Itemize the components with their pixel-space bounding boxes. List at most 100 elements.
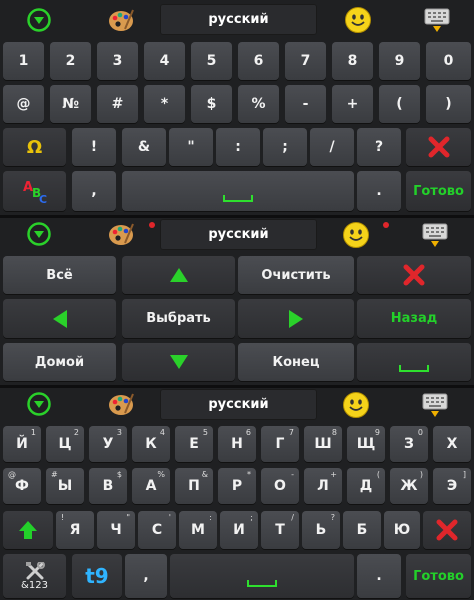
clear-button[interactable]: Очистить [238, 256, 354, 294]
palette-icon[interactable] [106, 6, 136, 34]
smiley-icon[interactable] [341, 220, 371, 250]
key-semicolon[interactable]: ; [263, 128, 307, 166]
language-selector[interactable]: русский [160, 4, 317, 35]
key-5[interactable]: 5 [191, 42, 232, 80]
key-6[interactable]: 6 [238, 42, 279, 80]
cursor-right-button[interactable] [238, 299, 354, 338]
key-paren-open[interactable]: ( [379, 85, 420, 123]
key-space[interactable] [170, 554, 354, 598]
key-letter[interactable]: 5Е [175, 426, 213, 462]
collapse-down-icon[interactable] [26, 221, 52, 247]
key-letter[interactable]: 8Ш [304, 426, 342, 462]
key-1[interactable]: 1 [3, 42, 44, 80]
cursor-left-button[interactable] [3, 299, 116, 338]
key-letter[interactable]: 7Г [261, 426, 299, 462]
key-delete[interactable] [406, 128, 471, 166]
key-letter[interactable]: $ В [89, 468, 127, 504]
key-hash[interactable]: # [97, 85, 138, 123]
key-letter[interactable]: -О [261, 468, 299, 504]
key-letter[interactable]: 9Щ [347, 426, 385, 462]
key-ampersand[interactable]: & [122, 128, 166, 166]
key-colon[interactable]: : [216, 128, 260, 166]
key-letter[interactable]: # Ы [46, 468, 84, 504]
back-button[interactable]: Назад [357, 299, 471, 338]
key-letter[interactable]: @ Ф [3, 468, 41, 504]
smiley-icon[interactable] [341, 390, 371, 420]
key-letter[interactable]: " Ч [97, 511, 135, 549]
key-letter[interactable]: 2Ц [46, 426, 84, 462]
key-4[interactable]: 4 [144, 42, 185, 80]
select-button[interactable]: Выбрать [122, 299, 235, 338]
key-exclamation[interactable]: ! [72, 128, 116, 166]
key-omega[interactable]: Ω [3, 128, 66, 166]
end-button[interactable]: Конец [238, 343, 354, 381]
smiley-icon[interactable] [343, 5, 373, 35]
key-letter[interactable]: * Р [218, 468, 256, 504]
key-at[interactable]: @ [3, 85, 44, 123]
select-all-button[interactable]: Всё [3, 256, 116, 294]
key-letter[interactable]: ) Ж [390, 468, 428, 504]
key-letter[interactable]: ? Ь [302, 511, 340, 549]
home-button[interactable]: Домой [3, 343, 116, 381]
key-done[interactable]: Готово [406, 171, 471, 211]
key-dollar[interactable]: $ [191, 85, 232, 123]
key-paren-close[interactable]: ) [426, 85, 471, 123]
space-button[interactable] [357, 343, 471, 381]
key-letter[interactable]: ' С [138, 511, 176, 549]
key-quote[interactable]: " [169, 128, 213, 166]
key-2[interactable]: 2 [50, 42, 91, 80]
key-letter[interactable]: 0З [390, 426, 428, 462]
key-letter[interactable]: Б [343, 511, 381, 549]
key-letter[interactable]: 4К [132, 426, 170, 462]
key-question[interactable]: ? [357, 128, 401, 166]
key-letter[interactable]: (Д [347, 468, 385, 504]
cursor-up-button[interactable] [122, 256, 235, 294]
key-letter[interactable]: ! Я [56, 511, 94, 549]
key-asterisk[interactable]: * [144, 85, 185, 123]
key-letter[interactable]: 1Й [3, 426, 41, 462]
keyboard-hide-icon[interactable] [420, 390, 450, 420]
key-period[interactable]: . [357, 554, 401, 598]
key-letter[interactable]: :М [179, 511, 217, 549]
key-letter[interactable]: ; И [220, 511, 258, 549]
cursor-down-button[interactable] [122, 343, 235, 381]
key-minus[interactable]: - [285, 85, 326, 123]
key-numero[interactable]: № [50, 85, 91, 123]
collapse-down-icon[interactable] [26, 7, 52, 33]
language-selector[interactable]: русский [160, 219, 317, 250]
key-9[interactable]: 9 [379, 42, 420, 80]
key-0[interactable]: 0 [426, 42, 471, 80]
shift-button[interactable] [3, 511, 53, 549]
key-letter[interactable]: + Л [304, 468, 342, 504]
tools-button[interactable]: &123 [3, 554, 66, 598]
key-period[interactable]: . [357, 171, 401, 211]
t9-button[interactable]: t9 [72, 554, 122, 598]
language-selector[interactable]: русский [160, 389, 317, 420]
key-letter[interactable]: Ю [384, 511, 420, 549]
delete-button[interactable] [357, 256, 471, 294]
key-3[interactable]: 3 [97, 42, 138, 80]
palette-icon[interactable] [106, 390, 136, 418]
key-done[interactable]: Готово [406, 554, 471, 598]
key-space[interactable] [122, 171, 354, 211]
key-8[interactable]: 8 [332, 42, 373, 80]
collapse-down-icon[interactable] [26, 391, 52, 417]
key-slash[interactable]: / [310, 128, 354, 166]
delete-button[interactable] [423, 511, 471, 549]
key-percent[interactable]: % [238, 85, 279, 123]
palette-icon[interactable] [106, 220, 136, 248]
keyboard-hide-icon[interactable] [422, 5, 452, 35]
key-7[interactable]: 7 [285, 42, 326, 80]
key-letter[interactable]: 6Н [218, 426, 256, 462]
key-letter[interactable]: % А [132, 468, 170, 504]
key-abc[interactable]: A B C [3, 171, 66, 211]
key-letter[interactable]: Х [433, 426, 471, 462]
keyboard-hide-icon[interactable] [420, 220, 450, 250]
key-letter[interactable]: ] Э [433, 468, 471, 504]
key-comma[interactable]: , [72, 171, 116, 211]
key-plus[interactable]: + [332, 85, 373, 123]
key-letter[interactable]: / Т [261, 511, 299, 549]
key-comma[interactable]: , [125, 554, 167, 598]
key-letter[interactable]: & П [175, 468, 213, 504]
key-letter[interactable]: 3У [89, 426, 127, 462]
